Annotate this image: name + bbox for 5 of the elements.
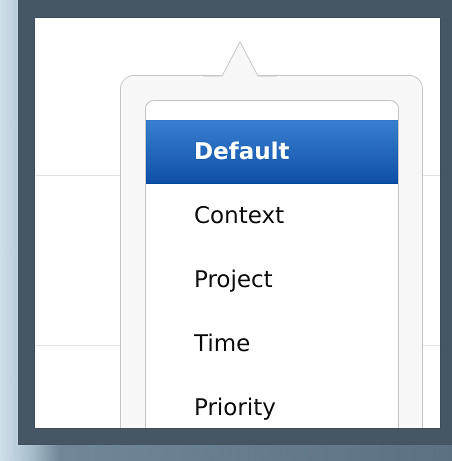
menu-item[interactable]: Priority [146, 376, 398, 428]
menu-item[interactable]: Time [146, 312, 398, 376]
menu-item[interactable]: Default [146, 120, 398, 184]
menu-item[interactable]: Project [146, 248, 398, 312]
menu-item[interactable]: Context [146, 184, 398, 248]
